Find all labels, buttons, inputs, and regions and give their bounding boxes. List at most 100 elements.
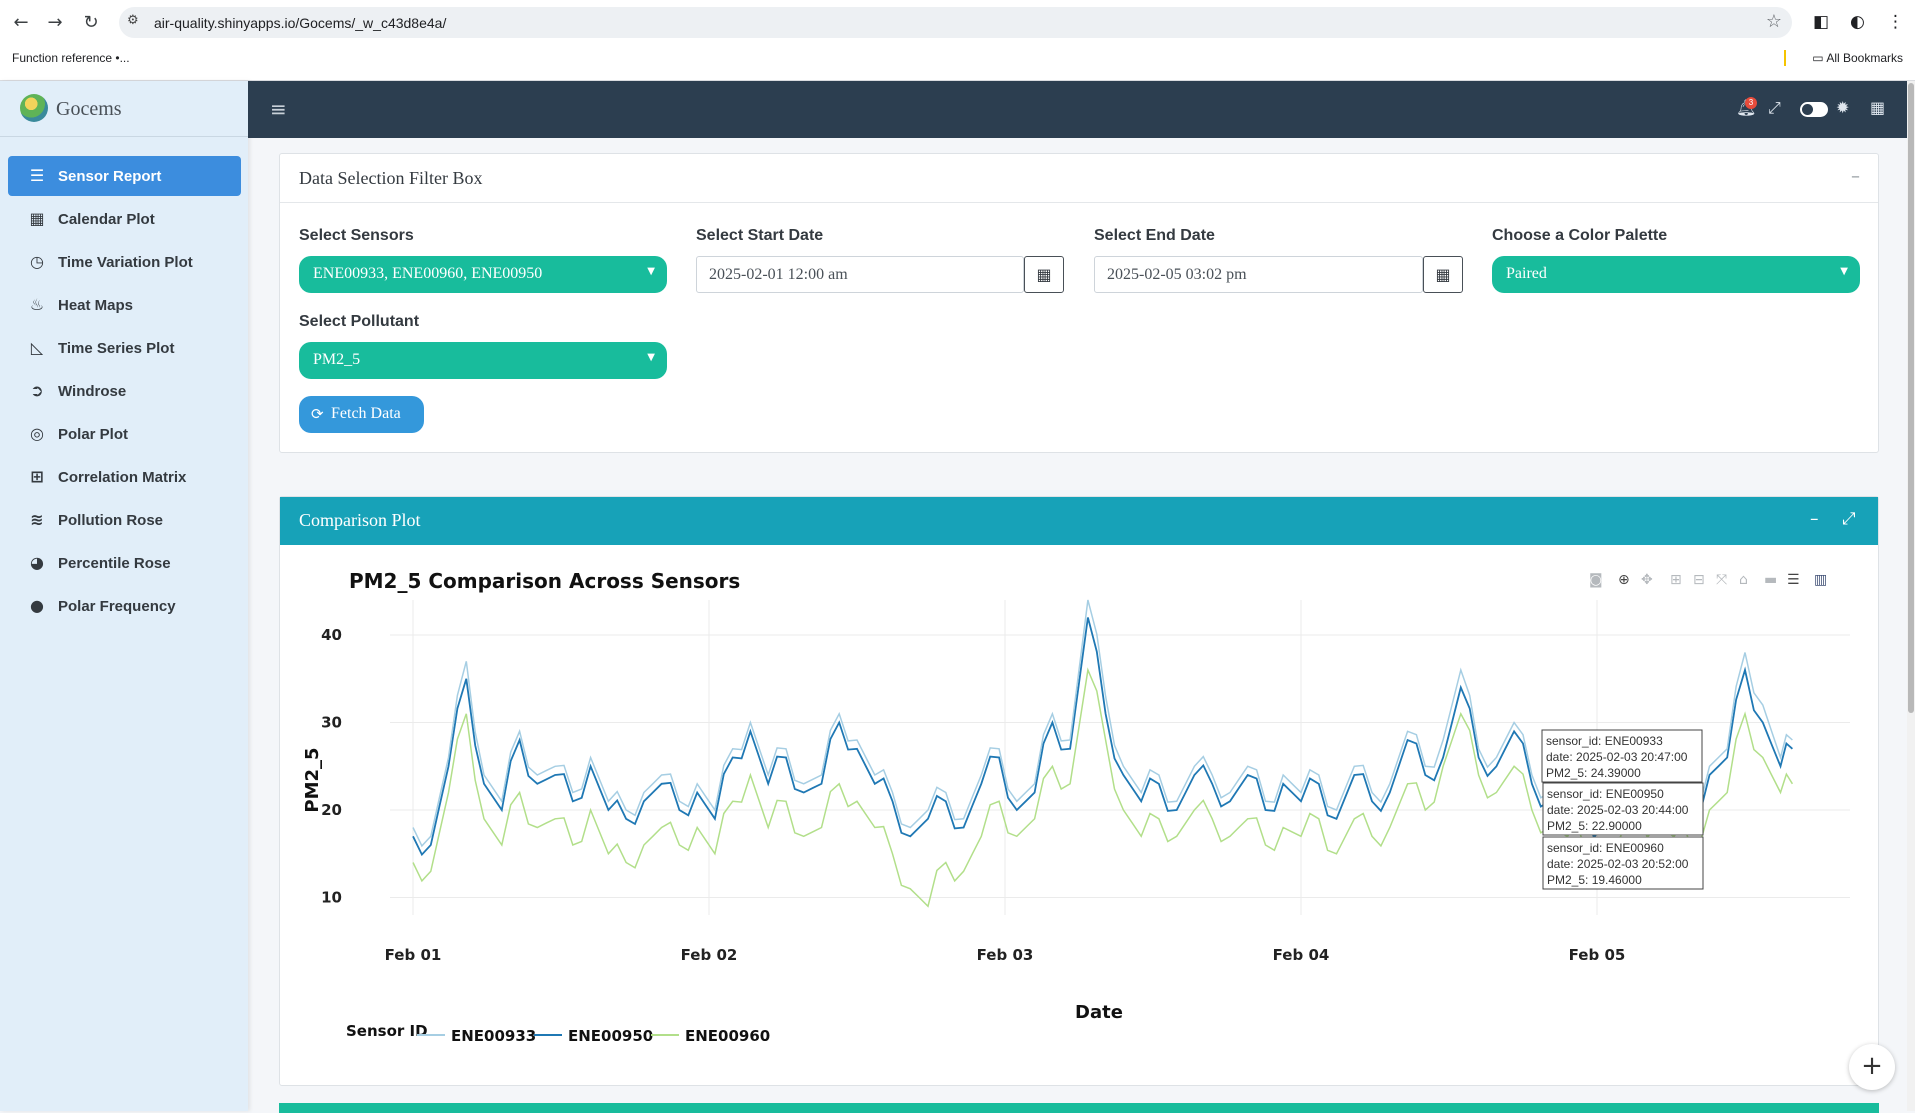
sitemap-icon: ⊞ — [30, 467, 44, 486]
minimize-icon[interactable]: – — [1810, 509, 1819, 529]
legend-label[interactable]: ENE00950 — [568, 1027, 653, 1045]
plotly-logo-icon[interactable]: ▥ — [1814, 572, 1827, 588]
legend-label[interactable]: ENE00933 — [451, 1027, 536, 1045]
camera-icon[interactable]: ◙ — [1589, 572, 1603, 588]
sidebar-item-label: Percentile Rose — [58, 555, 171, 572]
bookmark-function-reference[interactable]: Function reference •... — [12, 51, 130, 65]
hamburger-menu-icon[interactable]: ≡ — [270, 97, 287, 121]
legend-items: ENE00933 ENE00950 ENE00960 — [417, 1027, 770, 1045]
comparison-plot-header: Comparison Plot – ⤢ — [280, 497, 1878, 545]
address-bar[interactable]: ⚙ air-quality.shinyapps.io/Gocems/_w_c43… — [119, 7, 1792, 38]
end-date-input[interactable]: 2025-02-05 03:02 pm — [1094, 256, 1423, 293]
pan-icon[interactable]: ✥ — [1641, 572, 1653, 588]
notification-badge: 3 — [1745, 97, 1757, 109]
sidebar-menu: ☰ Sensor Report ▦ Calendar Plot ◷ Time Vari… — [8, 156, 241, 629]
area-chart-icon: ◺ — [30, 338, 44, 357]
gear-icon[interactable]: ✹ — [1836, 98, 1849, 117]
x-axis-ticks: Feb 01 Feb 02 Feb 03 Feb 04 Feb 05 — [385, 946, 1626, 964]
spike-lines-icon[interactable]: ▬ — [1764, 572, 1777, 588]
star-icon[interactable]: ☆ — [1766, 11, 1782, 32]
fetch-data-label: Fetch Data — [331, 405, 401, 422]
chevron-down-icon: ▼ — [647, 352, 655, 363]
pollutant-select[interactable]: PM2_5 ▼ — [299, 342, 667, 379]
sidebar-item-time-series-plot[interactable]: ◺ Time Series Plot — [8, 328, 241, 368]
list-icon: ☰ — [29, 166, 45, 185]
back-icon[interactable]: ← — [10, 12, 32, 34]
sidebar-item-time-variation-plot[interactable]: ◷ Time Variation Plot — [8, 242, 241, 282]
all-bookmarks[interactable]: ▭ All Bookmarks — [1812, 51, 1903, 65]
start-date-value: 2025-02-01 12:00 am — [709, 266, 848, 283]
expand-icon[interactable]: ⤢ — [1842, 509, 1856, 529]
compare-hover-icon[interactable]: ☰ — [1787, 572, 1800, 588]
fullscreen-icon[interactable]: ⤢ — [1768, 98, 1781, 118]
profile-avatar-icon[interactable]: ◐ — [1850, 12, 1865, 32]
zoom-out-icon[interactable]: ⊟ — [1693, 572, 1705, 588]
forward-icon[interactable]: → — [44, 12, 66, 34]
sensors-label: Select Sensors — [299, 227, 414, 244]
x-tick-label: Feb 05 — [1569, 946, 1626, 964]
reload-icon[interactable]: ↻ — [80, 12, 102, 34]
tooltip-text: sensor_id: ENE00933 — [1546, 734, 1663, 748]
sidebar-item-label: Polar Plot — [58, 426, 129, 443]
sidebar-item-percentile-rose[interactable]: ◕ Percentile Rose — [8, 543, 241, 583]
sidebar-item-heat-maps[interactable]: ♨ Heat Maps — [8, 285, 241, 325]
sidebar-item-correlation-matrix[interactable]: ⊞ Correlation Matrix — [8, 457, 241, 497]
sidebar-item-sensor-report[interactable]: ☰ Sensor Report — [8, 156, 241, 196]
filter-box: Data Selection Filter Box – Select Senso… — [279, 153, 1879, 453]
y-axis-title: PM2_5 — [302, 747, 323, 812]
y-tick-label: 20 — [321, 801, 342, 819]
grid-icon[interactable]: ▦ — [1870, 98, 1885, 117]
end-calendar-button[interactable]: ▦ — [1423, 256, 1463, 293]
dark-mode-toggle[interactable] — [1800, 102, 1828, 117]
chevron-down-icon: ▼ — [1840, 266, 1848, 277]
palette-label: Choose a Color Palette — [1492, 227, 1668, 244]
pie-icon: ◕ — [30, 553, 44, 572]
home-icon[interactable]: ⌂ — [1739, 572, 1748, 588]
sidebar-item-windrose[interactable]: ➲ Windrose — [8, 371, 241, 411]
sidebar-item-label: Calendar Plot — [58, 211, 155, 228]
zoom-in-icon[interactable]: ⊞ — [1670, 572, 1682, 588]
chevron-down-icon: ▼ — [647, 266, 655, 277]
comparison-plot-card: Comparison Plot – ⤢ PM2_5 Comparison Acr… — [279, 496, 1879, 1086]
sidebar-item-calendar-plot[interactable]: ▦ Calendar Plot — [8, 199, 241, 239]
palette-select-value: Paired — [1506, 265, 1547, 282]
start-calendar-button[interactable]: ▦ — [1024, 256, 1064, 293]
calendar-icon: ▦ — [1435, 265, 1451, 284]
x-tick-label: Feb 04 — [1273, 946, 1330, 964]
sensors-select-value: ENE00933, ENE00960, ENE00950 — [313, 265, 543, 282]
comparison-plot-title: Comparison Plot — [299, 510, 421, 530]
start-date-input[interactable]: 2025-02-01 12:00 am — [696, 256, 1024, 293]
circle-icon: ● — [30, 596, 44, 615]
autoscale-icon[interactable]: ⤧ — [1716, 572, 1727, 588]
y-tick-label: 10 — [321, 889, 342, 907]
hover-tooltip-ENE00960: sensor_id: ENE00960 date: 2025-02-03 20:5… — [1542, 836, 1704, 890]
sidepanel-icon[interactable]: ◧ — [1813, 12, 1829, 32]
legend-label[interactable]: ENE00960 — [685, 1027, 770, 1045]
sidebar-item-polar-plot[interactable]: ◎ Polar Plot — [8, 414, 241, 454]
collapse-icon[interactable]: – — [1851, 166, 1860, 187]
end-date-value: 2025-02-05 03:02 pm — [1107, 266, 1247, 283]
all-bookmarks-label: All Bookmarks — [1826, 51, 1903, 65]
comparison-chart[interactable]: PM2_5 Comparison Across Sensors ◙ ⊕ ✥ ⊞ … — [280, 545, 1878, 1085]
legend-title: Sensor ID — [346, 1022, 428, 1040]
add-button[interactable]: + — [1849, 1044, 1895, 1090]
brand-logo-icon — [20, 94, 48, 122]
calendar-icon: ▦ — [29, 209, 45, 228]
x-tick-label: Feb 03 — [977, 946, 1034, 964]
tooltip-text: PM2_5: 22.90000 — [1547, 819, 1642, 833]
url-text[interactable]: air-quality.shinyapps.io/Gocems/_w_c43d8… — [154, 15, 446, 31]
brand[interactable]: Gocems — [0, 81, 248, 137]
y-tick-label: 40 — [321, 626, 342, 644]
sidebar-item-polar-frequency[interactable]: ● Polar Frequency — [8, 586, 241, 626]
palette-select[interactable]: Paired ▼ — [1492, 256, 1860, 293]
fetch-data-button[interactable]: ⟳ Fetch Data — [299, 396, 424, 433]
more-menu-icon[interactable]: ⋮ — [1887, 12, 1904, 32]
calendar-icon: ▦ — [1036, 265, 1052, 284]
scrollbar-thumb[interactable] — [1908, 83, 1914, 713]
sidebar-item-label: Sensor Report — [58, 168, 162, 185]
sensors-select[interactable]: ENE00933, ENE00960, ENE00950 ▼ — [299, 256, 667, 293]
sidebar-item-label: Time Series Plot — [58, 340, 175, 357]
zoom-icon[interactable]: ⊕ — [1618, 572, 1630, 588]
sidebar-item-pollution-rose[interactable]: ≋ Pollution Rose — [8, 500, 241, 540]
site-info-icon[interactable]: ⚙ — [127, 13, 139, 28]
